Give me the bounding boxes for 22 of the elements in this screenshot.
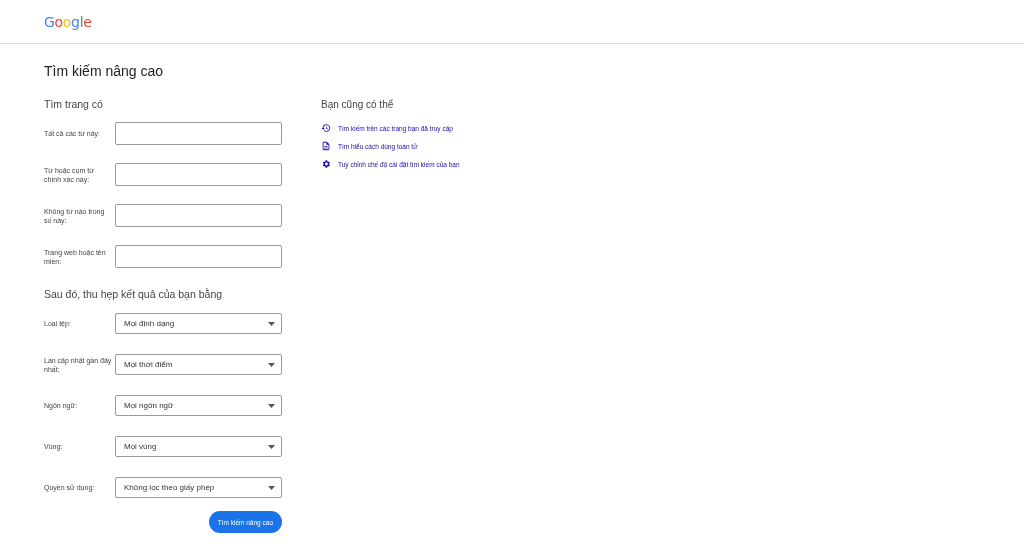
caret-icon: [268, 362, 275, 367]
input-field[interactable]: [115, 204, 282, 227]
history-icon: [321, 123, 331, 133]
dropdown[interactable]: Mọi định dạng: [115, 313, 282, 334]
dropdown[interactable]: Mọi vùng: [115, 436, 282, 457]
caret-icon: [268, 485, 275, 490]
dropdown[interactable]: Mọi ngôn ngữ: [115, 395, 282, 416]
section-heading: Bạn cũng có thể: [321, 99, 395, 110]
settings-icon: [321, 159, 331, 169]
caret-icon: [268, 321, 275, 326]
section-heading: Tìm trang có: [44, 98, 104, 110]
input-field[interactable]: [115, 245, 282, 268]
dropdown[interactable]: Không lọc theo giấy phép: [115, 477, 282, 498]
page-title: Tìm kiếm nâng cao: [44, 63, 165, 79]
logo[interactable]: Google: [44, 13, 92, 30]
input-field[interactable]: [115, 163, 282, 186]
caret-icon: [268, 444, 275, 449]
caret-icon: [268, 403, 275, 408]
dropdown[interactable]: Mọi thời điểm: [115, 354, 282, 375]
input-field[interactable]: [115, 122, 282, 145]
section-heading: Sau đó, thu hẹp kết quả của bạn bằng: [44, 288, 224, 300]
document-icon: [321, 141, 331, 151]
